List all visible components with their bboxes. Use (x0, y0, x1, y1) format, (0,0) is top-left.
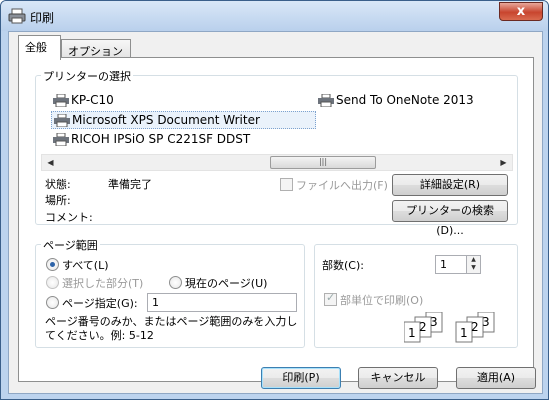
scroll-thumb[interactable]: ||| (270, 156, 376, 169)
tab-options[interactable]: オプション (61, 39, 131, 58)
collate-page-number: 2 (471, 320, 479, 334)
page-range-selection-label: 選択した部分(T) (62, 277, 144, 290)
title-bar: 印刷 x (1, 1, 548, 31)
page-range-current-label: 現在のページ(U) (185, 277, 268, 290)
printer-icon (53, 133, 69, 146)
printer-icon (318, 94, 334, 107)
comment-label: コメント: (45, 211, 93, 224)
status-value: 準備完了 (108, 178, 152, 191)
printer-item[interactable]: Send To OneNote 2013 (316, 92, 474, 110)
page-range-pages-label: ページ指定(G): (62, 297, 138, 310)
apply-button[interactable]: 適用(A) (456, 367, 536, 389)
find-printer-button[interactable]: プリンターの検索(D)... (392, 200, 508, 237)
collate-stack-2: 3 2 1 (455, 312, 495, 343)
collate-page-number: 2 (419, 320, 427, 334)
collate-page-number: 1 (408, 326, 416, 340)
cancel-button[interactable]: キャンセル (358, 367, 438, 389)
printer-item[interactable]: KP-C10 (51, 92, 114, 110)
spin-up-icon[interactable]: ▲ (467, 256, 480, 264)
horizontal-scrollbar[interactable]: ◀ ||| ▶ (41, 154, 513, 171)
print-dialog: 印刷 x 全般 オプション プリンターの選択 KP-C10 Send To On… (0, 0, 549, 400)
printer-select-label: プリンターの選択 (41, 68, 133, 84)
collate-page-number: 3 (430, 315, 438, 329)
copies-input[interactable]: 1 (435, 255, 467, 274)
collate-label: 部単位で印刷(O) (340, 294, 424, 307)
scroll-left-icon[interactable]: ◀ (42, 155, 59, 170)
location-label: 場所: (45, 194, 71, 207)
preferences-button[interactable]: 詳細設定(R) (392, 174, 508, 196)
page-range-label: ページ範囲 (41, 237, 100, 253)
tab-panel-general: プリンターの選択 KP-C10 Send To OneNote 2013 Mic… (18, 57, 534, 382)
collate-stack-1: 3 2 1 (404, 312, 443, 343)
page-range-all-label: すべて(L) (62, 259, 109, 272)
print-to-file-checkbox[interactable] (280, 178, 293, 191)
printer-item[interactable]: RICOH IPSiO SP C221SF DDST (51, 131, 250, 149)
status-label: 状態: (45, 178, 71, 191)
close-button[interactable]: x (499, 2, 543, 21)
collate-pages-icon: 3 2 1 3 2 1 (404, 312, 495, 343)
page-range-pages-radio[interactable] (46, 296, 59, 309)
tab-general[interactable]: 全般 (18, 35, 61, 60)
window-title: 印刷 (30, 11, 55, 25)
printer-list[interactable]: KP-C10 Send To OneNote 2013 Microsoft XP… (41, 90, 513, 174)
print-button[interactable]: 印刷(P) (261, 367, 341, 389)
collate-checkbox[interactable] (324, 291, 337, 306)
page-range-all-radio[interactable] (46, 258, 59, 271)
printer-item-selected[interactable]: Microsoft XPS Document Writer (51, 111, 316, 129)
page-range-selection-radio[interactable] (46, 276, 59, 289)
printer-icon (53, 94, 69, 107)
copies-label: 部数(C): (322, 259, 364, 272)
copies-stepper[interactable]: ▲ ▼ (466, 255, 481, 274)
page-range-input[interactable]: 1 (147, 293, 297, 312)
collate-page-number: 1 (460, 326, 468, 340)
scroll-right-icon[interactable]: ▶ (495, 155, 512, 170)
collate-page-number: 3 (482, 315, 490, 329)
dialog-body: 全般 オプション プリンターの選択 KP-C10 Send To OneNote… (8, 31, 543, 394)
print-to-file-label: ファイルへ出力(F) (296, 179, 388, 192)
page-range-hint-line2: てください。例: 5-12 (45, 329, 154, 342)
spin-down-icon[interactable]: ▼ (467, 264, 480, 272)
printer-icon (54, 114, 70, 127)
printer-icon (8, 8, 26, 24)
page-range-current-radio[interactable] (169, 276, 182, 289)
